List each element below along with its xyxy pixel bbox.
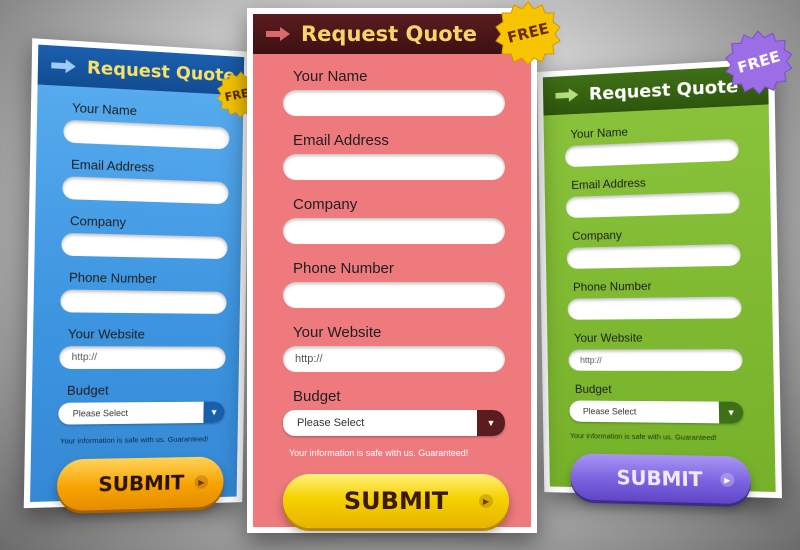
company-field[interactable]: [283, 218, 505, 244]
quote-form-pink: Request Quote FREE Your Name Email Addre…: [247, 1, 561, 533]
quote-form-green: Request Quote FREE Your Name Email Addre…: [537, 58, 782, 505]
website-field[interactable]: [283, 346, 505, 372]
submit-button[interactable]: SUBMIT ▶: [56, 456, 224, 512]
phone-label: Phone Number: [68, 269, 157, 286]
website-label: Your Website: [573, 330, 643, 345]
arrow-circle-icon: ▶: [479, 494, 493, 508]
caret-down-icon[interactable]: ▼: [203, 401, 225, 423]
email-label: Email Address: [293, 132, 389, 149]
phone-label: Phone Number: [293, 260, 394, 277]
email-field[interactable]: [283, 154, 505, 180]
arrow-circle-icon: ▶: [194, 475, 209, 489]
arrow-right-icon: [265, 26, 291, 42]
submit-button[interactable]: SUBMIT ▶: [570, 453, 752, 505]
phone-field[interactable]: [283, 282, 505, 308]
budget-select-value: Please Select: [297, 417, 365, 429]
company-field[interactable]: [566, 243, 741, 269]
arrow-circle-icon: ▶: [720, 472, 735, 488]
caret-down-icon[interactable]: ▼: [718, 401, 744, 424]
privacy-note: Your information is safe with us. Guaran…: [289, 448, 469, 458]
website-label: Your Website: [293, 324, 382, 341]
budget-label: Budget: [293, 388, 341, 405]
free-badge: FREE: [724, 27, 793, 97]
company-field[interactable]: [61, 232, 228, 260]
website-field[interactable]: [568, 349, 743, 371]
company-label: Company: [293, 196, 358, 213]
quote-form-blue: Request Quote FREE Your Name Email Addre…: [23, 38, 250, 512]
name-field[interactable]: [63, 119, 230, 150]
showcase-stage: Request Quote FREE Your Name Email Addre…: [0, 0, 800, 550]
budget-label: Budget: [574, 382, 612, 396]
website-label: Your Website: [67, 326, 145, 342]
form-header: Request Quote: [253, 14, 531, 54]
name-label: Your Name: [570, 124, 629, 142]
form-body: Your Name Email Address Company Phone Nu…: [543, 104, 775, 505]
form-title: Request Quote: [588, 75, 739, 105]
privacy-note: Your information is safe with us. Guaran…: [59, 434, 209, 446]
email-field[interactable]: [565, 191, 740, 219]
name-label: Your Name: [293, 68, 368, 85]
phone-field[interactable]: [567, 296, 742, 320]
submit-label: SUBMIT: [98, 470, 185, 497]
email-label: Email Address: [70, 156, 155, 175]
budget-select-value: Please Select: [72, 408, 129, 419]
company-label: Company: [69, 213, 127, 230]
caret-down-icon[interactable]: ▼: [477, 410, 505, 436]
budget-label: Budget: [66, 382, 109, 398]
arrow-right-icon: [554, 87, 579, 104]
name-field[interactable]: [564, 138, 739, 168]
arrow-right-icon: [50, 57, 77, 74]
privacy-note: Your information is safe with us. Guaran…: [569, 431, 717, 443]
email-label: Email Address: [571, 175, 646, 193]
name-field[interactable]: [283, 90, 505, 116]
budget-select[interactable]: Please Select ▼: [58, 401, 225, 425]
submit-label: SUBMIT: [343, 487, 449, 515]
company-label: Company: [572, 228, 622, 243]
form-body: Your Name Email Address Company Phone Nu…: [30, 84, 244, 512]
budget-select-value: Please Select: [582, 406, 637, 417]
submit-button[interactable]: SUBMIT ▶: [283, 474, 509, 528]
form-body: Your Name Email Address Company Phone Nu…: [253, 54, 531, 528]
submit-label: SUBMIT: [616, 465, 703, 492]
free-badge: FREE: [495, 0, 561, 66]
form-title: Request Quote: [301, 22, 477, 46]
budget-select[interactable]: Please Select ▼: [569, 400, 744, 424]
email-field[interactable]: [62, 176, 229, 205]
form-title: Request Quote: [86, 56, 236, 86]
budget-select[interactable]: Please Select ▼: [283, 410, 505, 436]
phone-label: Phone Number: [572, 279, 652, 294]
phone-field[interactable]: [60, 289, 227, 314]
website-field[interactable]: [59, 346, 226, 369]
